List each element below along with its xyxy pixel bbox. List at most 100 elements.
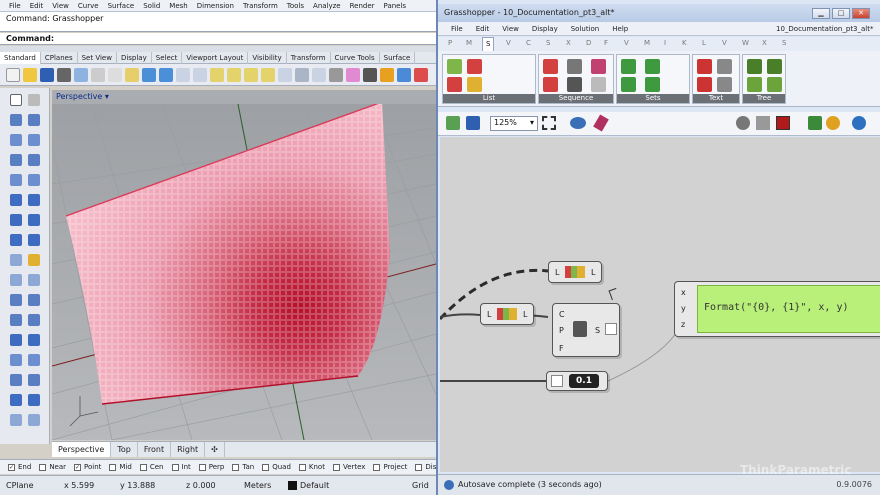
menu-item[interactable]: Tools <box>287 0 304 12</box>
osnap-point[interactable]: ✓ Point <box>74 463 101 471</box>
tab-perspective[interactable]: Perspective <box>52 442 112 457</box>
osnap-quad[interactable]: Quad <box>262 463 291 471</box>
layer-icon[interactable] <box>346 67 360 82</box>
add-viewport-icon[interactable]: ✣ <box>205 442 225 457</box>
rotate-view-icon[interactable] <box>193 67 207 82</box>
zoom-icon[interactable] <box>210 67 224 82</box>
scale-icon[interactable] <box>28 334 40 346</box>
menu-item[interactable]: Edit <box>30 0 44 12</box>
checkbox[interactable] <box>262 463 270 471</box>
undo-icon[interactable] <box>142 67 156 82</box>
offset-icon[interactable] <box>28 294 40 306</box>
move-icon[interactable] <box>10 314 22 326</box>
polygon-icon[interactable] <box>10 174 22 186</box>
ellipse-icon[interactable] <box>10 154 22 166</box>
osnap-near[interactable]: Near <box>39 463 66 471</box>
tab-top[interactable]: Top <box>111 442 138 457</box>
range-icon[interactable] <box>543 77 558 92</box>
graft-tree-icon[interactable] <box>747 59 762 74</box>
tab-display[interactable]: Display <box>117 51 152 64</box>
minimize-icon[interactable]: ▁ <box>812 8 830 19</box>
series-component[interactable]: C P F S <box>552 303 620 357</box>
gh-canvas[interactable]: L L L L C P F S 0.1 x y z Format("{0}, {… <box>440 137 880 472</box>
duplicate-icon[interactable] <box>567 77 582 92</box>
document-preview-icon[interactable] <box>808 116 822 130</box>
menu-item[interactable]: Panels <box>384 0 407 12</box>
fillet-icon[interactable] <box>10 294 22 306</box>
checkbox[interactable] <box>332 463 340 471</box>
polyline-icon[interactable] <box>10 114 22 126</box>
material-icon[interactable] <box>414 67 428 82</box>
list-component-mid[interactable]: L L <box>480 303 534 325</box>
extrude-icon[interactable] <box>28 194 40 206</box>
block-icon[interactable] <box>10 414 22 426</box>
flatten-tree-icon[interactable] <box>767 59 782 74</box>
number-slider[interactable]: 0.1 <box>546 371 608 391</box>
mesh-icon[interactable] <box>10 234 22 246</box>
text-split-icon[interactable] <box>697 59 712 74</box>
random-icon[interactable] <box>591 59 606 74</box>
tab-curve-tools[interactable]: Curve Tools <box>331 51 380 64</box>
menu-item[interactable]: Display <box>532 22 558 36</box>
gh-document-name[interactable]: 10_Documentation_pt3_alt* <box>776 25 874 33</box>
menu-item[interactable]: Analyze <box>313 0 341 12</box>
text-case-icon[interactable] <box>717 59 732 74</box>
tab-visibility[interactable]: Visibility <box>248 51 287 64</box>
tab-params[interactable]: P <box>448 39 452 47</box>
analyze-icon[interactable] <box>10 394 22 406</box>
simplify-tree-icon[interactable] <box>767 77 782 92</box>
tab-surface[interactable]: Surface <box>380 51 416 64</box>
explode-icon[interactable] <box>28 274 40 286</box>
select-icon[interactable] <box>10 94 22 106</box>
series-icon[interactable] <box>567 59 582 74</box>
tab-surface[interactable]: S <box>546 39 550 47</box>
preview-shaded-icon[interactable] <box>756 116 770 130</box>
new-file-icon[interactable] <box>6 67 20 82</box>
perspective-viewport[interactable] <box>52 104 436 440</box>
copy-icon[interactable] <box>108 67 122 82</box>
menu-item[interactable]: File <box>451 22 463 36</box>
zoom-extents-icon[interactable] <box>244 67 258 82</box>
menu-item[interactable]: Render <box>350 0 375 12</box>
menu-item[interactable]: Help <box>612 22 628 36</box>
save-icon[interactable] <box>40 67 54 82</box>
checkbox[interactable] <box>198 463 206 471</box>
menu-item[interactable]: View <box>52 0 69 12</box>
open-file-icon[interactable] <box>446 116 460 130</box>
cull-icon[interactable] <box>543 59 558 74</box>
tab-l[interactable]: L <box>702 39 706 47</box>
check-icon[interactable] <box>28 394 40 406</box>
tab-f[interactable]: F <box>604 39 608 47</box>
undo-view-icon[interactable] <box>278 67 292 82</box>
tab-w[interactable]: W <box>742 39 749 47</box>
menu-item[interactable]: File <box>9 0 21 12</box>
osnap-perp[interactable]: Perp <box>198 463 224 471</box>
freeform-icon[interactable] <box>28 174 40 186</box>
osnap-knot[interactable]: Knot <box>298 463 325 471</box>
fibonacci-icon[interactable] <box>591 77 606 92</box>
osnap-cen[interactable]: Cen <box>139 463 164 471</box>
sphere-icon[interactable] <box>28 214 40 226</box>
set-intersect-icon[interactable] <box>645 59 660 74</box>
osnap-mid[interactable]: Mid <box>109 463 132 471</box>
format-panel[interactable]: Format("{0}, {1}", x, y) <box>697 285 880 333</box>
checkbox[interactable] <box>298 463 306 471</box>
tab-k[interactable]: K <box>682 39 687 47</box>
tab-s[interactable]: S <box>782 39 786 47</box>
menu-item[interactable]: Edit <box>476 22 490 36</box>
solid-icon[interactable] <box>10 214 22 226</box>
zoom-window-icon[interactable] <box>227 67 241 82</box>
point-icon[interactable] <box>28 94 40 106</box>
tab-standard[interactable]: Standard <box>0 51 41 64</box>
tab-set-view[interactable]: Set View <box>78 51 117 64</box>
curve-icon[interactable] <box>28 114 40 126</box>
checkbox[interactable] <box>171 463 179 471</box>
import-icon[interactable] <box>74 67 88 82</box>
dimension-icon[interactable] <box>10 374 22 386</box>
concatenate-icon[interactable] <box>697 77 712 92</box>
arc-icon[interactable] <box>28 134 40 146</box>
menu-item[interactable]: Solid <box>143 0 160 12</box>
tab-transform[interactable]: Transform <box>287 51 331 64</box>
checkbox[interactable]: ✓ <box>74 463 82 471</box>
surface-icon[interactable] <box>10 194 22 206</box>
